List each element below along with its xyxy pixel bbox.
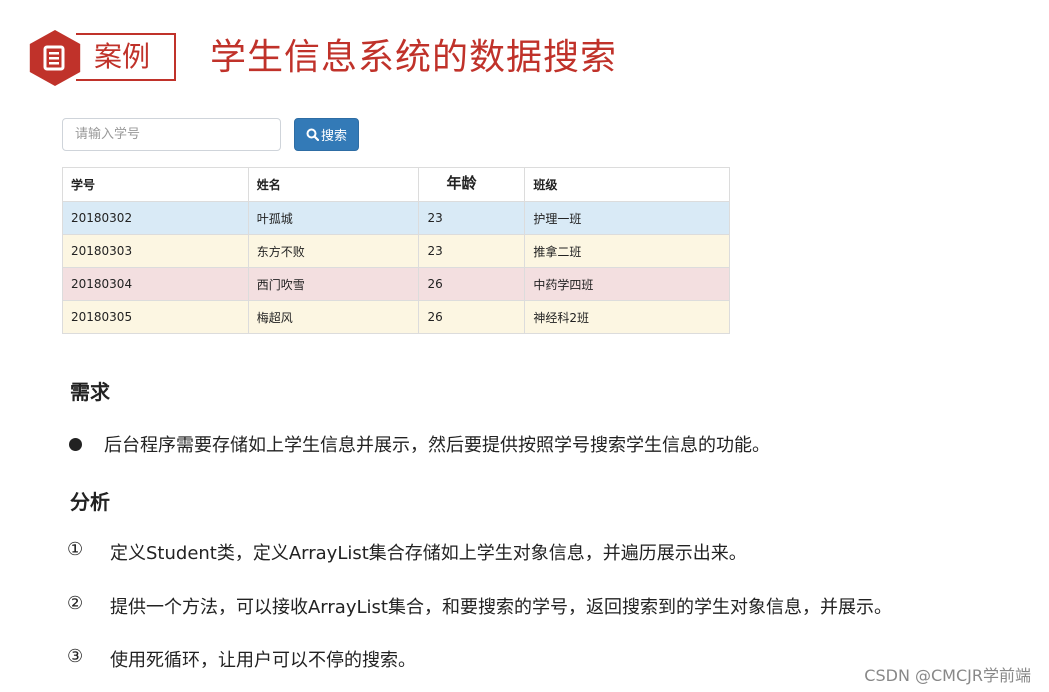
search-icon [306, 128, 319, 141]
cell-student-id: 20180303 [62, 234, 249, 268]
cell-class: 中药学四班 [524, 267, 730, 301]
student-id-search-input[interactable] [62, 118, 281, 151]
cell-name: 叶孤城 [247, 201, 420, 235]
table-header-row: 学号 姓名 年龄 班级 [62, 167, 730, 202]
bullet-icon [69, 438, 82, 451]
analysis-item: 定义Student类，定义ArrayList集合存储如上学生对象信息，并遍历展示… [110, 543, 747, 564]
case-badge-hexagon [29, 30, 81, 86]
analysis-marker: ② [67, 593, 84, 614]
cell-class: 护理一班 [524, 201, 730, 235]
case-badge-label: 案例 [76, 33, 176, 81]
column-header-name: 姓名 [247, 167, 420, 202]
analysis-marker: ① [67, 539, 84, 560]
table-row: 20180302 叶孤城 23 护理一班 [62, 201, 730, 235]
cell-age: 26 [418, 300, 526, 334]
analysis-item: 提供一个方法，可以接收ArrayList集合，和要搜索的学号，返回搜索到的学生对… [110, 597, 892, 618]
search-button-label: 搜索 [320, 129, 347, 144]
cell-age: 23 [418, 201, 526, 235]
requirement-item: 后台程序需要存储如上学生信息并展示，然后要提供按照学号搜索学生信息的功能。 [104, 435, 770, 456]
cell-name: 西门吹雪 [247, 267, 420, 301]
page-title: 学生信息系统的数据搜索 [210, 37, 618, 78]
table-row: 20180303 东方不败 23 推拿二班 [62, 234, 730, 268]
column-header-student-id: 学号 [62, 167, 249, 202]
table-row: 20180304 西门吹雪 26 中药学四班 [62, 267, 730, 301]
column-header-class: 班级 [524, 167, 730, 202]
column-header-age: 年龄 [418, 167, 526, 202]
analysis-item: 使用死循环，让用户可以不停的搜索。 [110, 650, 416, 671]
analysis-marker: ③ [67, 646, 84, 667]
cell-age: 26 [418, 267, 526, 301]
student-table: 学号 姓名 年龄 班级 20180302 叶孤城 23 护理一班 2018030… [62, 167, 730, 334]
cell-student-id: 20180305 [62, 300, 249, 334]
cell-student-id: 20180302 [62, 201, 249, 235]
analysis-heading: 分析 [70, 490, 110, 514]
cell-name: 东方不败 [247, 234, 420, 268]
search-button[interactable]: 搜索 [294, 118, 359, 151]
cell-student-id: 20180304 [62, 267, 249, 301]
table-row: 20180305 梅超风 26 神经科2班 [62, 300, 730, 334]
document-icon [43, 45, 65, 71]
requirements-heading: 需求 [70, 380, 110, 404]
cell-age: 23 [418, 234, 526, 268]
cell-name: 梅超风 [247, 300, 420, 334]
watermark: CSDN @CMCJR学前端 [864, 666, 1031, 685]
cell-class: 推拿二班 [524, 234, 730, 268]
cell-class: 神经科2班 [524, 300, 730, 334]
